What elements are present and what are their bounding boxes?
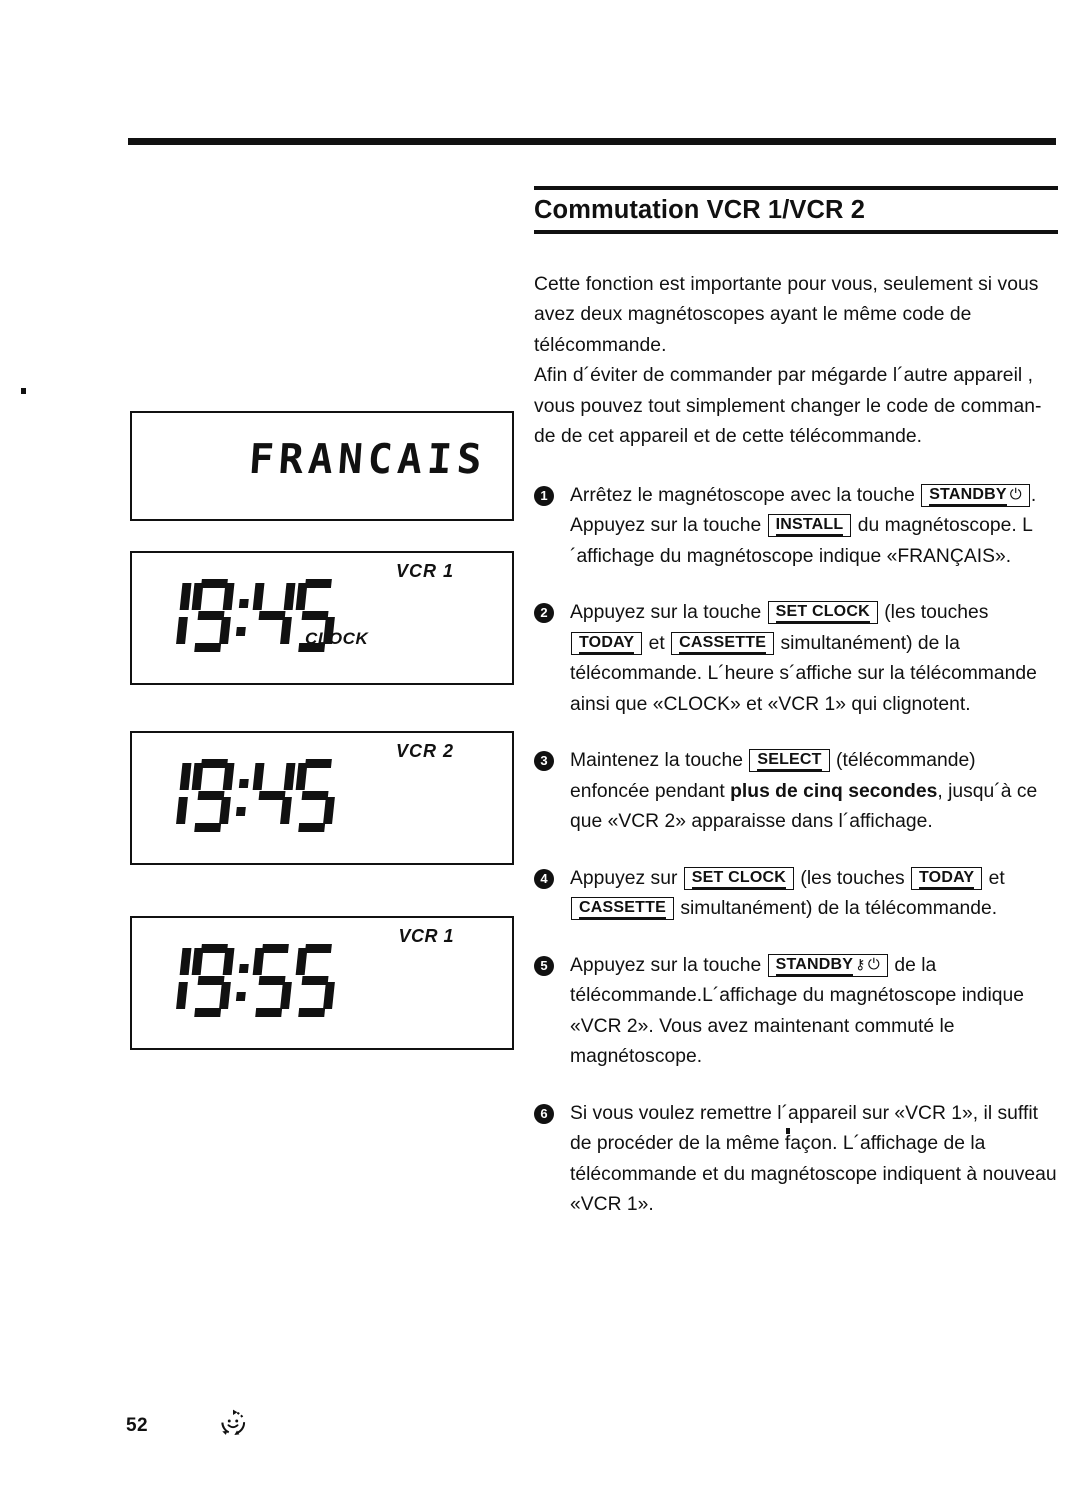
step-text: Arrêtez le magnétoscope avec la touche [570,484,921,506]
intro-paragraph: Cette fonction est importante pour vous,… [534,270,1058,453]
content-column: Commutation VCR 1/VCR 2 Cette fonction e… [534,186,1058,1247]
lcd-digit [187,944,235,1018]
step-text: Appuyez sur [570,867,683,889]
recycle-smiley-logo-icon [216,1406,250,1440]
step-item-5: 5 Appuyez sur la touche STANDBY ⚷ ⏻ de la … [534,951,1058,1073]
key-cassette[interactable]: CASSETTE [671,631,775,655]
lcd-digit [144,579,192,653]
step-text: simultanément) de la télécommande. [674,898,998,920]
key-label: CASSETTE [679,633,767,654]
key-label: INSTALL [775,515,844,537]
key-set-clock[interactable]: SET CLOCK [767,601,878,625]
lcd-time-19-55 [144,944,342,1018]
lcd-vcr-label: VCR 1 [395,561,454,581]
step-number-badge: 2 [534,603,554,624]
key-cassette[interactable]: CASSETTE [571,897,674,921]
lcd-digit [248,944,296,1018]
key-install[interactable]: INSTALL [767,514,852,538]
scan-artifact-dot [21,388,26,394]
lcd-time-19-45 [144,759,342,833]
intro-line: de de cet appareil et de cette télécomma… [534,426,923,448]
step-text: et [983,867,1005,889]
display-panel-clock: VCR 1 CLOCK [130,551,514,685]
key-label: TODAY [579,633,635,654]
intro-line: avez deux magnétoscopes ayant le même co… [534,304,972,326]
intro-line: Cette fonction est importante pour vous,… [534,273,1039,295]
lcd-vcr-label: VCR 2 [395,741,454,761]
heading-rule-top [534,186,1058,190]
intro-line: vous pouvez tout simplement changer le c… [534,395,1042,417]
key-lock-icon: ⚷ [855,955,865,972]
step-item-4: 4 Appuyez sur SET CLOCK (les touches TOD… [534,864,1058,925]
step-emphasis: plus de cinq secondes [730,780,938,802]
step-number-badge: 6 [534,1103,554,1124]
step-text: Maintenez la touche [570,750,749,772]
key-label: SELECT [757,750,822,772]
key-label: SET CLOCK [775,602,870,624]
intro-line: Afin d´éviter de commander par mégarde l… [534,365,1034,387]
lcd-segment-text: FRANCAIS [246,435,488,483]
step-text: et [643,632,671,654]
key-label: TODAY [918,868,975,889]
step-number-badge: 5 [534,955,554,976]
step-text: Si vous voulez remettre l´appareil sur «… [570,1102,1057,1216]
step-number-badge: 4 [534,868,554,889]
power-icon: ⏻ [1009,485,1022,503]
key-label: CASSETTE [579,898,666,920]
step-text: (les touches [878,602,989,624]
page-title: Commutation VCR 1/VCR 2 [534,196,865,224]
intro-line: télécommande. [534,334,667,356]
key-label: SET CLOCK [691,868,787,889]
lcd-digit [187,579,235,653]
step-item-1: 1 Arrêtez le magnétoscope avec la touche… [534,481,1058,573]
display-panel-vcr2: VCR 2 [130,731,514,865]
key-set-clock[interactable]: SET CLOCK [683,866,795,890]
power-icon: ⏻ [867,955,880,973]
lcd-digit [291,944,339,1018]
step-item-6: 6 Si vous voulez remettre l´appareil sur… [534,1099,1058,1221]
step-text: Appuyez sur la touche [570,602,767,624]
key-select[interactable]: SELECT [749,749,830,773]
step-item-2: 2 Appuyez sur la touche SET CLOCK (les t… [534,598,1058,720]
lcd-vcr-label: VCR 1 [398,926,454,946]
page-number: 52 [126,1415,148,1436]
step-number-badge: 1 [534,485,554,506]
lcd-digit [248,579,296,653]
key-label: STANDBY [929,485,1007,506]
heading-rule-bottom [534,229,1058,234]
lcd-digit [248,759,296,833]
key-today[interactable]: TODAY [571,631,643,655]
key-today[interactable]: TODAY [910,866,983,890]
lcd-digit [144,759,192,833]
steps-list: 1 Arrêtez le magnétoscope avec la touche… [534,481,1058,1221]
lcd-clock-label: CLOCK [305,629,369,648]
step-number-badge: 3 [534,751,554,772]
lcd-digit [187,759,235,833]
display-panel-francais: FRANCAIS [130,411,514,521]
key-standby[interactable]: STANDBY ⏻ [921,483,1030,507]
step-text: Appuyez sur la touche [570,954,767,976]
key-label: STANDBY [775,955,854,976]
lcd-digit [144,944,192,1018]
top-rule [128,138,1056,145]
step-item-3: 3 Maintenez la touche SELECT (télécomman… [534,746,1058,838]
key-standby-remote[interactable]: STANDBY ⚷ ⏻ [767,953,888,977]
lcd-digit [291,759,339,833]
display-panel-vcr1: VCR 1 [130,916,514,1050]
step-text: (les touches [795,867,910,889]
